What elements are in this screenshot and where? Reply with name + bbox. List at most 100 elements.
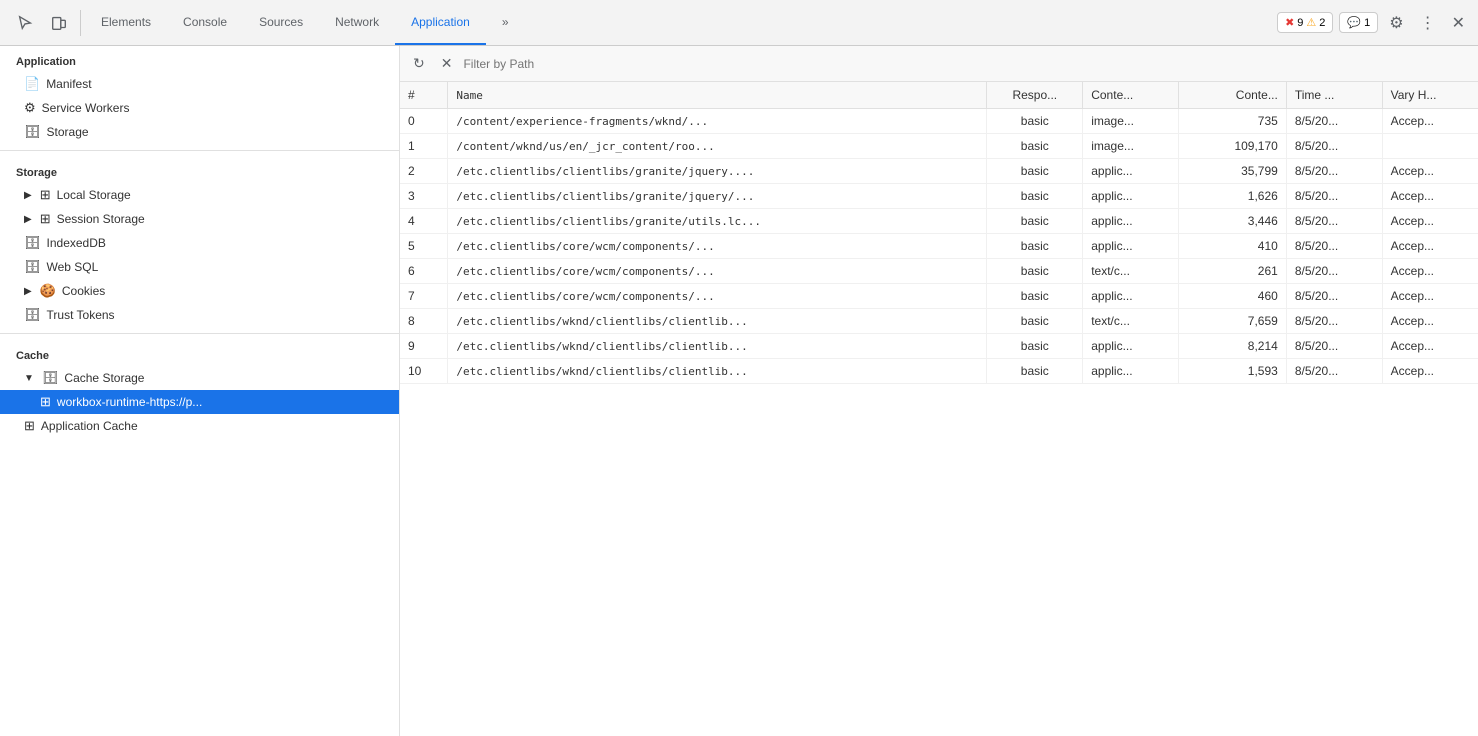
cell-response: basic [987,159,1083,184]
col-header-num: # [400,82,448,109]
sidebar-item-session-storage[interactable]: ▶ ⊞ Session Storage [0,207,399,231]
cell-num: 0 [400,109,448,134]
table-row[interactable]: 3 /etc.clientlibs/clientlibs/granite/jqu… [400,184,1478,209]
sidebar-item-workbox[interactable]: ⊞ workbox-runtime-https://p... [0,390,399,414]
cell-time: 8/5/20... [1286,309,1382,334]
cell-response: basic [987,259,1083,284]
cell-name: /etc.clientlibs/clientlibs/granite/jquer… [448,159,987,184]
close-btn[interactable]: ✕ [1447,8,1470,38]
cell-time: 8/5/20... [1286,159,1382,184]
table-row[interactable]: 4 /etc.clientlibs/clientlibs/granite/uti… [400,209,1478,234]
tab-application[interactable]: Application [395,0,486,45]
cell-content-type: applic... [1083,234,1179,259]
col-header-response[interactable]: Respo... [987,82,1083,109]
service-workers-icon: ⚙ [24,100,36,116]
web-sql-label: Web SQL [47,260,99,274]
tab-more[interactable]: » [486,0,525,45]
col-header-content-length[interactable]: Conte... [1179,82,1287,109]
sidebar-item-web-sql[interactable]: 🗄 Web SQL [0,255,399,279]
table-row[interactable]: 6 /etc.clientlibs/core/wcm/components/..… [400,259,1478,284]
sidebar-item-storage[interactable]: 🗄 Storage [0,120,399,144]
refresh-btn[interactable]: ↻ [408,52,430,75]
cell-name: /etc.clientlibs/wknd/clientlibs/clientli… [448,334,987,359]
tab-elements[interactable]: Elements [85,0,167,45]
cell-content-type: image... [1083,134,1179,159]
cell-content-length: 261 [1179,259,1287,284]
cell-vary: Accep... [1382,159,1478,184]
cell-content-length: 35,799 [1179,159,1287,184]
col-header-time[interactable]: Time ... [1286,82,1382,109]
table-row[interactable]: 1 /content/wknd/us/en/_jcr_content/roo..… [400,134,1478,159]
errors-badge-btn[interactable]: ✖ 9 ⚠ 2 [1277,12,1333,33]
tab-network[interactable]: Network [319,0,395,45]
table-row[interactable]: 5 /etc.clientlibs/core/wcm/components/..… [400,234,1478,259]
manifest-icon: 📄 [24,76,40,92]
cookies-label: Cookies [62,284,105,298]
table-header-row: # Name Respo... Conte... Conte... Time .… [400,82,1478,109]
app-cache-icon: ⊞ [24,418,35,434]
cell-num: 10 [400,359,448,384]
application-section-label: Application [0,46,399,72]
local-storage-label: Local Storage [57,188,131,202]
cell-num: 7 [400,284,448,309]
cache-table: # Name Respo... Conte... Conte... Time .… [400,82,1478,736]
messages-count: 1 [1364,17,1370,29]
toolbar-divider [80,10,81,36]
col-header-vary[interactable]: Vary H... [1382,82,1478,109]
session-storage-label: Session Storage [57,212,145,226]
device-toggle-btn[interactable] [42,8,76,38]
table-row[interactable]: 0 /content/experience-fragments/wknd/...… [400,109,1478,134]
table-row[interactable]: 8 /etc.clientlibs/wknd/clientlibs/client… [400,309,1478,334]
table-row[interactable]: 2 /etc.clientlibs/clientlibs/granite/jqu… [400,159,1478,184]
col-header-content-type[interactable]: Conte... [1083,82,1179,109]
cell-content-length: 1,593 [1179,359,1287,384]
table-row[interactable]: 7 /etc.clientlibs/core/wcm/components/..… [400,284,1478,309]
tab-console[interactable]: Console [167,0,243,45]
app-cache-label: Application Cache [41,419,138,433]
cell-response: basic [987,309,1083,334]
trust-tokens-icon: 🗄 [24,307,41,323]
cell-response: basic [987,284,1083,309]
sidebar-item-cookies[interactable]: ▶ 🍪 Cookies [0,279,399,303]
settings-btn[interactable]: ⚙ [1384,8,1408,38]
cell-name: /etc.clientlibs/clientlibs/granite/jquer… [448,184,987,209]
cell-num: 8 [400,309,448,334]
cell-num: 1 [400,134,448,159]
tab-sources[interactable]: Sources [243,0,319,45]
warning-icon: ⚠ [1306,16,1316,29]
cell-response: basic [987,209,1083,234]
cell-content-length: 410 [1179,234,1287,259]
cell-vary: Accep... [1382,359,1478,384]
sidebar-item-service-workers[interactable]: ⚙ Service Workers [0,96,399,120]
cell-content-length: 7,659 [1179,309,1287,334]
sidebar-item-local-storage[interactable]: ▶ ⊞ Local Storage [0,183,399,207]
cell-content-length: 109,170 [1179,134,1287,159]
service-workers-label: Service Workers [42,101,130,115]
sidebar-item-trust-tokens[interactable]: 🗄 Trust Tokens [0,303,399,327]
sidebar-item-manifest[interactable]: 📄 Manifest [0,72,399,96]
cell-time: 8/5/20... [1286,209,1382,234]
cursor-icon-btn[interactable] [8,8,42,38]
cell-content-type: applic... [1083,184,1179,209]
cell-time: 8/5/20... [1286,359,1382,384]
cell-vary: Accep... [1382,109,1478,134]
local-storage-icon: ⊞ [40,187,51,203]
cell-num: 6 [400,259,448,284]
cell-vary: Accep... [1382,284,1478,309]
sidebar-item-indexed-db[interactable]: 🗄 IndexedDB [0,231,399,255]
cell-num: 4 [400,209,448,234]
cache-section-label: Cache [0,340,399,366]
sidebar-item-cache-storage[interactable]: ▼ 🗄 Cache Storage [0,366,399,390]
sidebar-item-app-cache[interactable]: ⊞ Application Cache [0,414,399,438]
more-options-btn[interactable]: ⋮ [1415,8,1441,38]
cache-storage-label: Cache Storage [64,371,144,385]
messages-badge-btn[interactable]: 💬 1 [1339,12,1378,33]
table-row[interactable]: 9 /etc.clientlibs/wknd/clientlibs/client… [400,334,1478,359]
table-row[interactable]: 10 /etc.clientlibs/wknd/clientlibs/clien… [400,359,1478,384]
cell-response: basic [987,359,1083,384]
col-header-name[interactable]: Name [448,82,987,109]
cell-content-type: applic... [1083,334,1179,359]
filter-input[interactable] [463,57,1470,71]
clear-btn[interactable]: ✕ [436,52,458,75]
cell-name: /etc.clientlibs/core/wcm/components/... [448,259,987,284]
